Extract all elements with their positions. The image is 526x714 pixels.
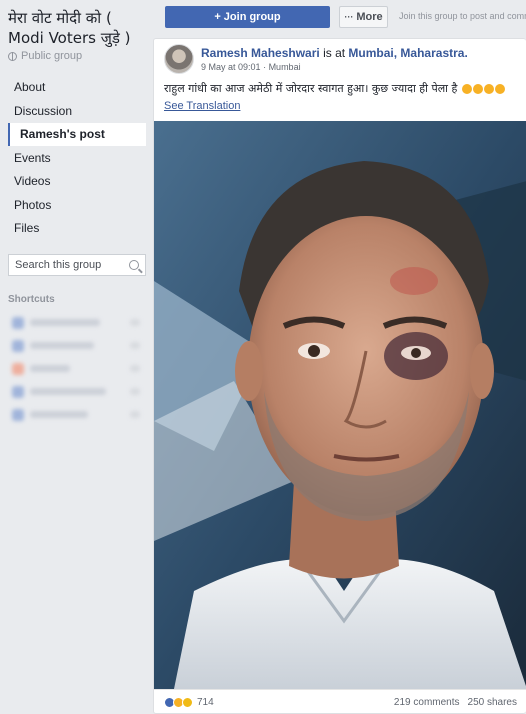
shortcut-icon [12,362,24,375]
shortcut-icon [12,408,24,421]
laughing-emoji-icon [494,84,505,94]
join-hint: Join this group to post and comm [399,11,526,21]
ellipsis-icon: ··· [344,12,354,22]
post-footer: 714 219 comments 250 shares [154,689,526,714]
group-title[interactable]: मेरा वोट मोदी को ( Modi Voters जुड़े ) [8,8,148,48]
post-card: Ramesh Maheshwari is at Mumbai, Maharast… [153,38,526,714]
post-text: राहुल गांधी का आज अमेठी में जोरदार स्वाग… [154,77,526,96]
shortcut-item[interactable] [8,311,146,334]
search-icon[interactable] [129,260,139,270]
shortcut-item[interactable] [8,403,146,426]
join-group-button[interactable]: + Join group [165,6,330,28]
post-photo-image [154,121,526,689]
post-header: Ramesh Maheshwari is at Mumbai, Maharast… [154,39,526,77]
group-sidebar: मेरा वोट मोदी को ( Modi Voters जुड़े ) P… [0,0,152,714]
group-privacy: Public group [8,50,146,62]
shortcut-icon [12,316,24,329]
shortcuts-heading: Shortcuts [8,294,55,305]
post-photo[interactable] [154,121,526,689]
shortcut-item[interactable] [8,334,146,357]
shortcuts-list [8,311,146,426]
group-search[interactable] [8,254,146,276]
laughing-emoji-icon [483,84,494,94]
shortcut-item[interactable] [8,380,146,403]
join-group-label: Join group [223,11,281,23]
post-meta-location[interactable]: Mumbai [269,62,301,72]
reaction-count[interactable]: 714 [197,697,214,708]
more-label: More [356,11,383,23]
plus-icon: + [214,11,221,23]
wow-reaction-icon [182,697,193,708]
author-avatar[interactable] [164,44,194,74]
nav-item-videos[interactable]: Videos [8,170,146,193]
shortcut-item[interactable] [8,357,146,380]
author-name-link[interactable]: Ramesh Maheshwari [201,46,320,60]
see-translation-link[interactable]: See Translation [154,97,250,115]
shortcut-icon [12,385,24,398]
shares-count[interactable]: 250 shares [468,697,517,708]
nav-item-about[interactable]: About [8,76,146,99]
nav-item-events[interactable]: Events [8,147,146,170]
group-privacy-label: Public group [21,50,83,62]
group-search-input[interactable] [15,259,115,271]
globe-icon [8,51,17,61]
shortcut-icon [12,339,24,352]
post-timestamp[interactable]: 9 May at 09:01 [201,62,261,72]
post-text-body: राहुल गांधी का आज अमेठी में जोरदार स्वाग… [164,82,458,95]
author-line: Ramesh Maheshwari is at Mumbai, Maharast… [201,46,468,60]
comments-count[interactable]: 219 comments [394,697,460,708]
nav-item-rameshs-post[interactable]: Ramesh's post [8,123,146,146]
group-nav: About Discussion Ramesh's post Events Vi… [8,76,146,240]
nav-item-files[interactable]: Files [8,217,146,240]
more-button[interactable]: ··· More [339,6,388,28]
location-link[interactable]: Mumbai, Maharastra. [348,46,467,60]
nav-item-discussion[interactable]: Discussion [8,100,146,123]
nav-item-photos[interactable]: Photos [8,194,146,217]
group-actions-bar: + Join group ··· More Join this group to… [152,0,526,38]
laughing-emoji-icon [461,84,472,94]
is-at-text: is at [323,46,346,60]
post-meta: 9 May at 09:01 · Mumbai [201,62,301,72]
laughing-emoji-icon [472,84,483,94]
